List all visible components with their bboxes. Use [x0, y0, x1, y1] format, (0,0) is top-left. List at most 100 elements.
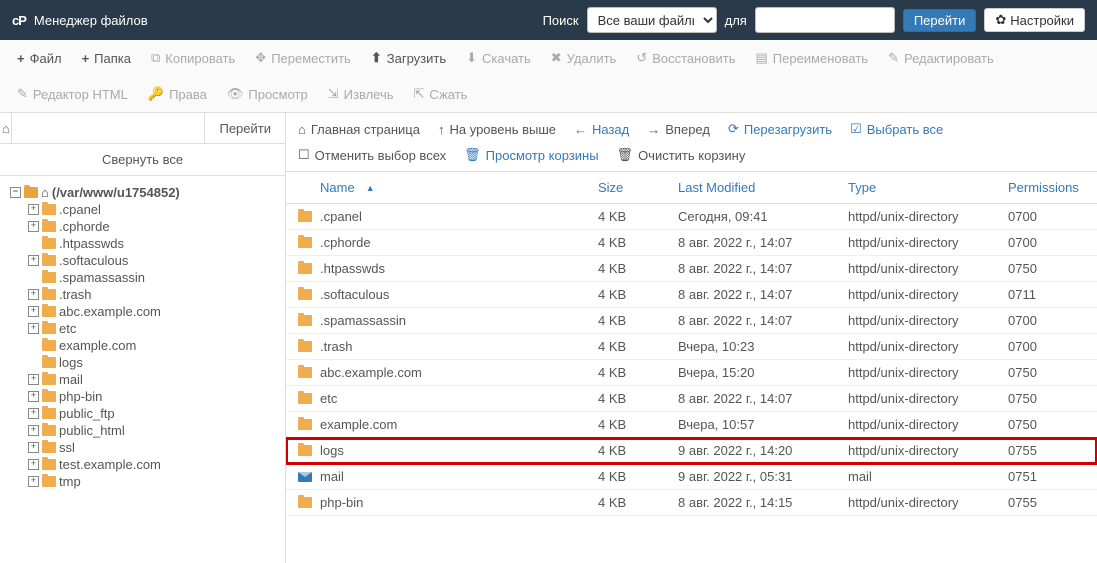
permissions-button[interactable]: 🔑Права: [139, 82, 216, 106]
expander-icon[interactable]: +: [28, 442, 39, 453]
tree-item[interactable]: +etc: [28, 320, 281, 337]
search-area: Поиск Все ваши файлы для Перейти ✿ Настр…: [543, 7, 1085, 33]
tree-item[interactable]: +abc.example.com: [28, 303, 281, 320]
compress-button[interactable]: ⇱Сжать: [405, 82, 477, 106]
expander-icon[interactable]: +: [28, 408, 39, 419]
file-row[interactable]: .htpasswds 4 KB 8 авг. 2022 г., 14:07 ht…: [286, 256, 1097, 282]
file-row[interactable]: .softaculous 4 KB 8 авг. 2022 г., 14:07 …: [286, 282, 1097, 308]
expander-icon[interactable]: +: [28, 204, 39, 215]
file-name: .cphorde: [320, 235, 371, 250]
move-button[interactable]: ✥Переместить: [246, 46, 360, 70]
folder-icon: [42, 425, 56, 436]
tree-item[interactable]: +test.example.com: [28, 456, 281, 473]
tree-item-label: example.com: [59, 338, 136, 353]
edit-button[interactable]: ✎Редактировать: [879, 46, 1003, 70]
search-input[interactable]: [755, 7, 895, 33]
file-row[interactable]: example.com 4 KB Вчера, 10:57 httpd/unix…: [286, 412, 1097, 438]
tree-item[interactable]: +tmp: [28, 473, 281, 490]
col-name-header[interactable]: Name▲: [298, 180, 598, 195]
file-type: httpd/unix-directory: [848, 235, 1008, 250]
file-row[interactable]: .spamassassin 4 KB 8 авг. 2022 г., 14:07…: [286, 308, 1097, 334]
tree-item-label: .softaculous: [59, 253, 128, 268]
expander-icon[interactable]: −: [10, 187, 21, 198]
path-input[interactable]: [12, 113, 204, 143]
file-size: 4 KB: [598, 209, 678, 224]
file-type: httpd/unix-directory: [848, 209, 1008, 224]
view-button[interactable]: 👁Просмотр: [218, 82, 317, 106]
tree-item[interactable]: .htpasswds: [28, 235, 281, 252]
eye-icon: 👁: [227, 86, 244, 102]
file-row[interactable]: etc 4 KB 8 авг. 2022 г., 14:07 httpd/uni…: [286, 386, 1097, 412]
delete-button[interactable]: ✖Удалить: [542, 46, 626, 70]
tree-item[interactable]: example.com: [28, 337, 281, 354]
expander-icon[interactable]: +: [28, 323, 39, 334]
home-icon: ⌂: [41, 185, 49, 200]
expander-icon[interactable]: +: [28, 374, 39, 385]
rename-button[interactable]: ▤Переименовать: [746, 46, 877, 70]
nav-reload[interactable]: ⟳Перезагрузить: [728, 121, 832, 137]
tree-item[interactable]: +.trash: [28, 286, 281, 303]
home-button[interactable]: ⌂: [0, 113, 12, 143]
collapse-all-button[interactable]: Свернуть все: [0, 144, 285, 176]
restore-button[interactable]: ↺Восстановить: [627, 46, 744, 70]
view-trash[interactable]: 🗑Просмотр корзины: [464, 147, 598, 163]
search-go-button[interactable]: Перейти: [903, 9, 977, 32]
copy-button[interactable]: ⧉Копировать: [142, 46, 244, 70]
nav-up[interactable]: ↑На уровень выше: [438, 121, 556, 137]
deselect-all[interactable]: ☐Отменить выбор всех: [298, 147, 446, 163]
tree-item[interactable]: +.cpanel: [28, 201, 281, 218]
tree-item[interactable]: +public_html: [28, 422, 281, 439]
tree-item-label: .htpasswds: [59, 236, 124, 251]
download-button[interactable]: ⬇Скачать: [457, 46, 540, 70]
nav-home[interactable]: ⌂Главная страница: [298, 121, 420, 137]
file-type: httpd/unix-directory: [848, 365, 1008, 380]
tree-item[interactable]: +public_ftp: [28, 405, 281, 422]
file-row[interactable]: .cphorde 4 KB 8 авг. 2022 г., 14:07 http…: [286, 230, 1097, 256]
nav-back[interactable]: ←Назад: [574, 121, 629, 137]
expander-icon[interactable]: +: [28, 391, 39, 402]
expander-icon[interactable]: +: [28, 459, 39, 470]
expander-icon[interactable]: +: [28, 425, 39, 436]
file-row[interactable]: mail 4 KB 9 авг. 2022 г., 05:31 mail 075…: [286, 464, 1097, 490]
file-row[interactable]: php-bin 4 KB 8 авг. 2022 г., 14:15 httpd…: [286, 490, 1097, 516]
file-type: httpd/unix-directory: [848, 391, 1008, 406]
file-row[interactable]: logs 4 KB 9 авг. 2022 г., 14:20 httpd/un…: [286, 438, 1097, 464]
tree-item[interactable]: +.cphorde: [28, 218, 281, 235]
file-modified: Вчера, 15:20: [678, 365, 848, 380]
tree-root[interactable]: − ⌂ (/var/www/u1754852): [10, 184, 281, 201]
new-file-button[interactable]: +Файл: [8, 46, 71, 70]
html-editor-button[interactable]: ✎Редактор HTML: [8, 82, 137, 106]
select-all[interactable]: ☑Выбрать все: [850, 121, 943, 137]
tree-item[interactable]: logs: [28, 354, 281, 371]
path-go-button[interactable]: Перейти: [204, 113, 285, 143]
col-size-header[interactable]: Size: [598, 180, 678, 195]
file-perms: 0700: [1008, 313, 1085, 328]
expander-icon[interactable]: +: [28, 289, 39, 300]
file-row[interactable]: .trash 4 KB Вчера, 10:23 httpd/unix-dire…: [286, 334, 1097, 360]
file-size: 4 KB: [598, 339, 678, 354]
tree-item[interactable]: + .softaculous: [28, 252, 281, 269]
tree-item[interactable]: .spamassassin: [28, 269, 281, 286]
extract-button[interactable]: ⇲Извлечь: [319, 82, 403, 106]
expander-icon[interactable]: +: [28, 306, 39, 317]
nav-forward[interactable]: →Вперед: [647, 121, 710, 137]
settings-button[interactable]: ✿ Настройки: [984, 8, 1085, 32]
tree-item[interactable]: +php-bin: [28, 388, 281, 405]
file-row[interactable]: abc.example.com 4 KB Вчера, 15:20 httpd/…: [286, 360, 1097, 386]
left-panel: ⌂ Перейти Свернуть все − ⌂ (/var/www/u17…: [0, 113, 286, 563]
file-perms: 0755: [1008, 495, 1085, 510]
empty-trash[interactable]: 🗑Очистить корзину: [617, 147, 746, 163]
search-scope-select[interactable]: Все ваши файлы: [587, 7, 717, 33]
tree-item[interactable]: +ssl: [28, 439, 281, 456]
col-modified-header[interactable]: Last Modified: [678, 180, 848, 195]
folder-icon: [42, 306, 56, 317]
tree-item[interactable]: +mail: [28, 371, 281, 388]
col-perms-header[interactable]: Permissions: [1008, 180, 1085, 195]
expander-icon[interactable]: +: [28, 476, 39, 487]
expander-icon[interactable]: +: [28, 221, 39, 232]
upload-button[interactable]: ⬆Загрузить: [362, 46, 455, 70]
col-type-header[interactable]: Type: [848, 180, 1008, 195]
new-folder-button[interactable]: +Папка: [73, 46, 140, 70]
file-row[interactable]: .cpanel 4 KB Сегодня, 09:41 httpd/unix-d…: [286, 204, 1097, 230]
expander-icon[interactable]: +: [28, 255, 39, 266]
